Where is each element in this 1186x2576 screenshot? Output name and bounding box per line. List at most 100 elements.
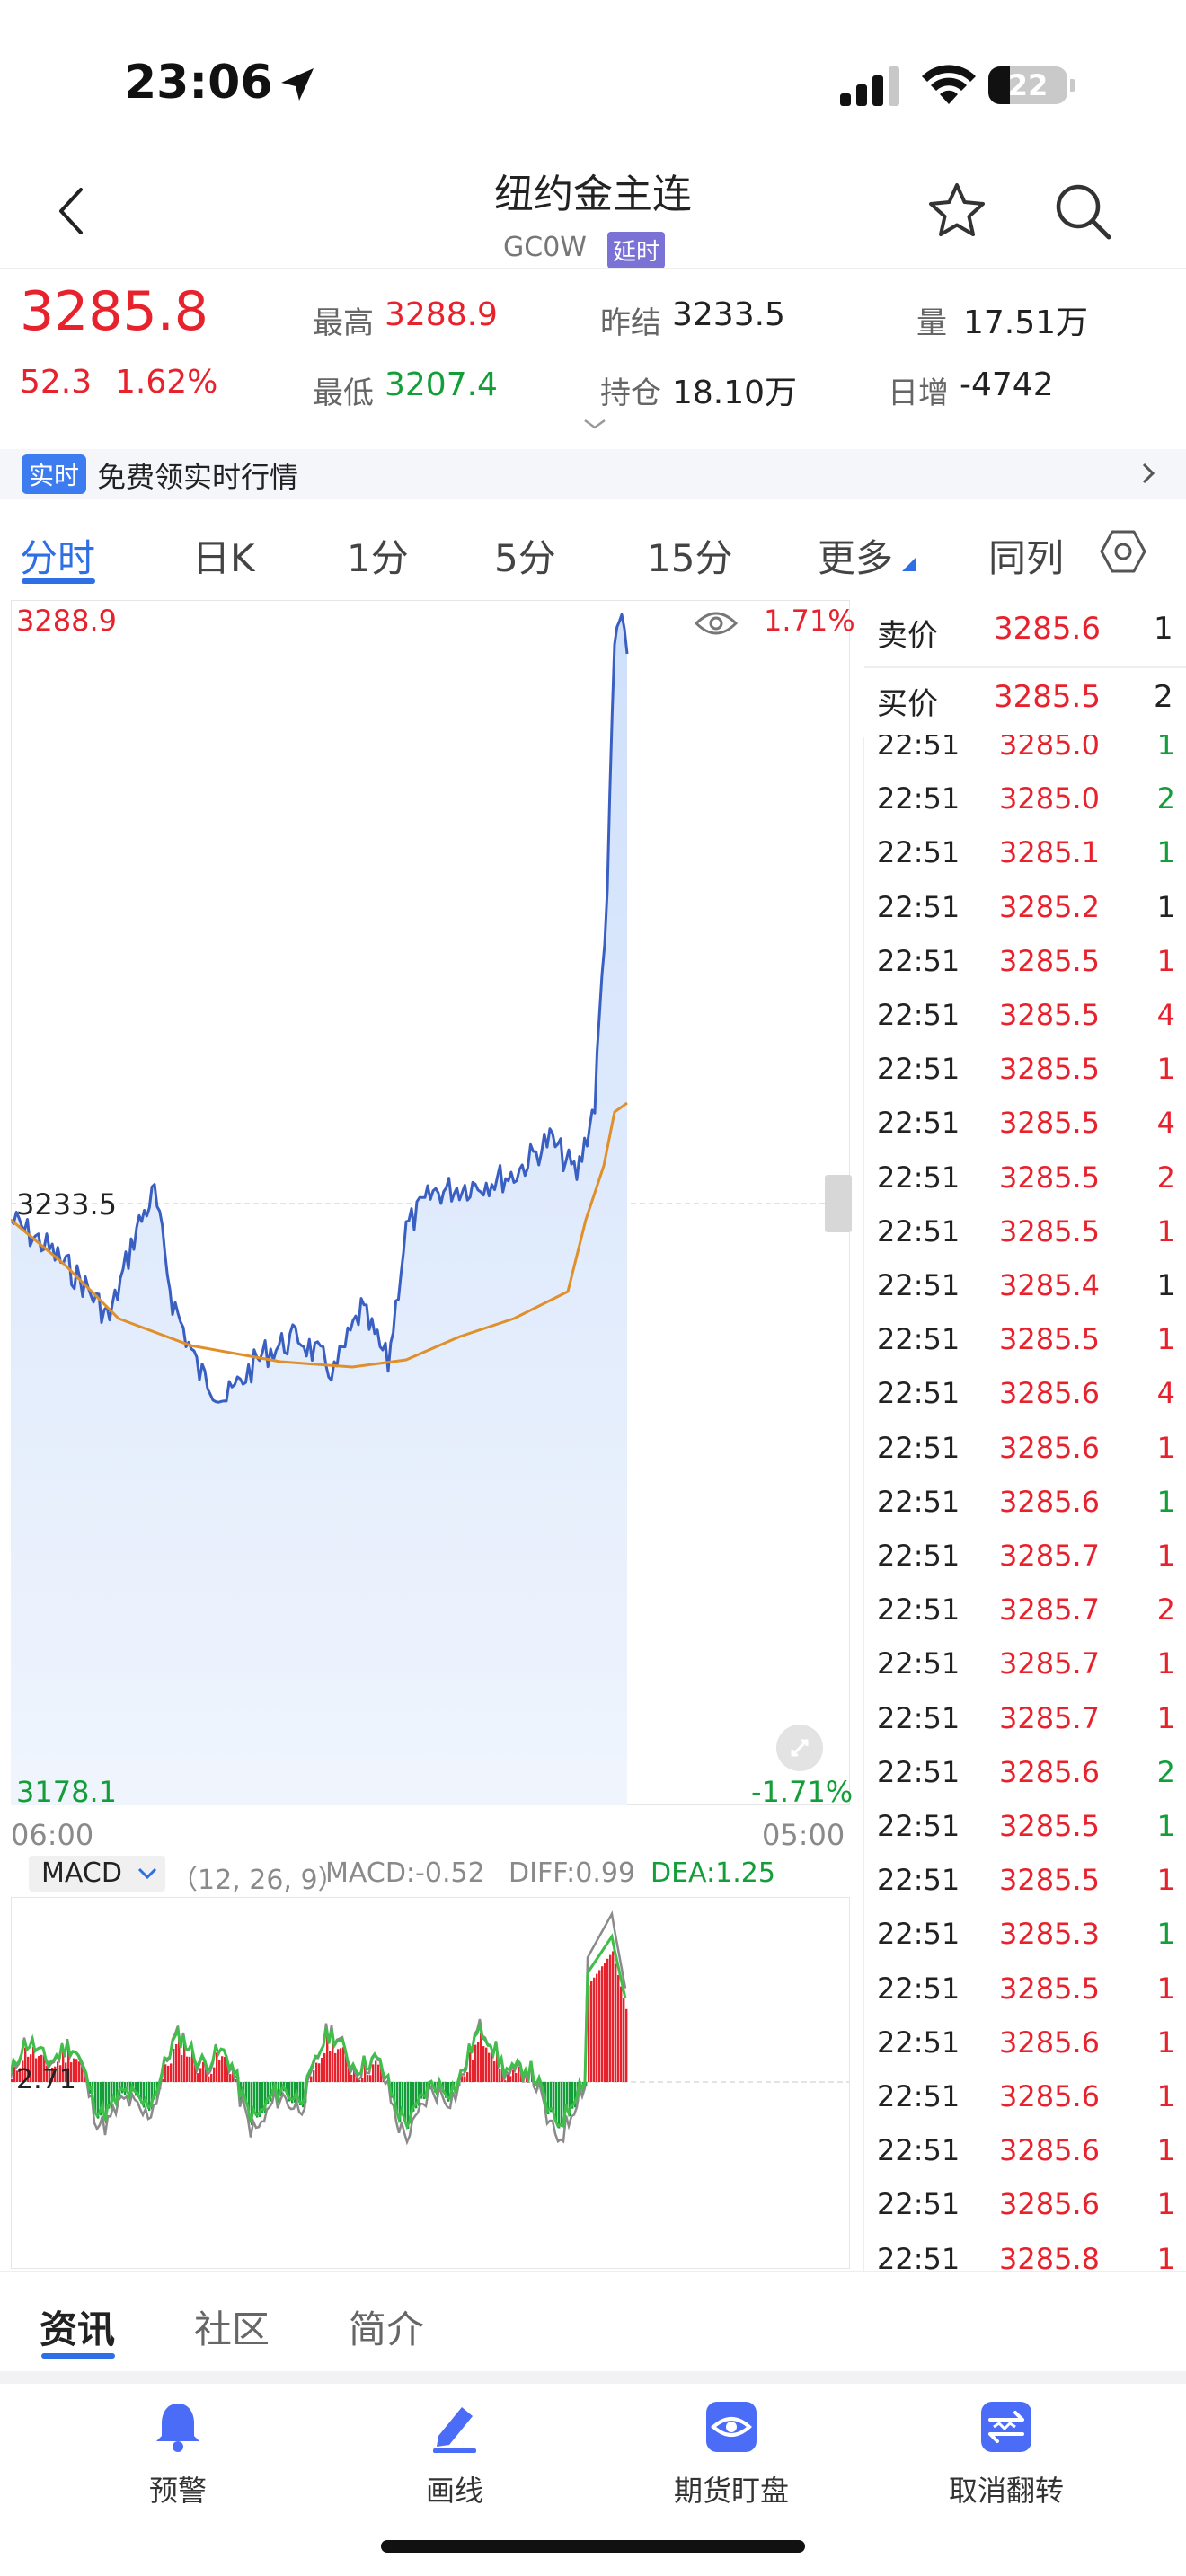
- macd-bar: [315, 2062, 318, 2082]
- trade-time: 22:51: [877, 2187, 960, 2222]
- trade-volume: 1: [1156, 1268, 1175, 1302]
- macd-bar: [482, 2046, 485, 2082]
- wifi-icon: [922, 65, 976, 104]
- macd-bar: [518, 2067, 520, 2082]
- trade-time: 22:51: [877, 2025, 960, 2060]
- macd-bar: [210, 2073, 213, 2082]
- trade-row: 22:51 3285.7 1: [863, 1694, 1186, 1748]
- macd-bar: [216, 2052, 218, 2082]
- trade-row: 22:51 3285.6 1: [863, 2018, 1186, 2072]
- trade-price: 3285.6: [999, 2133, 1100, 2168]
- macd-bar: [173, 2048, 175, 2082]
- macd-bar: [224, 2057, 226, 2082]
- tab-more[interactable]: 更多: [818, 528, 893, 583]
- trade-volume: 4: [1156, 1376, 1175, 1411]
- trade-row: 22:51 3285.6 1: [863, 1424, 1186, 1478]
- macd-bar: [229, 2074, 232, 2082]
- trade-price: 3285.5: [999, 1052, 1100, 1087]
- trade-volume: 1: [1156, 2133, 1175, 2168]
- home-indicator: [381, 2540, 805, 2553]
- battery-icon: 22: [988, 63, 1078, 108]
- trade-time: 22:51: [877, 889, 960, 924]
- tab-profile[interactable]: 简介: [349, 2299, 424, 2354]
- macd-bar: [625, 2008, 628, 2082]
- tab-community[interactable]: 社区: [194, 2299, 270, 2354]
- trade-volume: 1: [1156, 2187, 1175, 2222]
- trade-price: 3285.4: [999, 1268, 1100, 1302]
- tab-15min[interactable]: 15分: [647, 528, 732, 583]
- macd-bar: [485, 2047, 488, 2082]
- trade-volume: 1: [1156, 1430, 1175, 1465]
- trade-price: 3285.5: [999, 1106, 1100, 1141]
- trade-price: 3285.6: [999, 1430, 1100, 1465]
- nav-alert[interactable]: 预警: [79, 2398, 277, 2510]
- trade-price: 3285.3: [999, 1917, 1100, 1952]
- macd-bar: [606, 1958, 609, 2082]
- expand-chevron-icon[interactable]: [581, 415, 608, 433]
- tab-same-list[interactable]: 同列: [988, 528, 1064, 583]
- macd-bar: [566, 2082, 569, 2109]
- tab-daily-k[interactable]: 日K: [192, 528, 255, 583]
- chart-max-pct: 1.71%: [764, 604, 855, 638]
- settings-hexagon-icon[interactable]: [1098, 526, 1148, 577]
- macd-bar: [464, 2076, 466, 2082]
- macd-bar: [488, 2052, 491, 2082]
- trade-row: 22:51 3285.6 1: [863, 2180, 1186, 2234]
- macd-bar: [469, 2051, 472, 2082]
- macd-level-label: 2.71: [16, 2064, 76, 2095]
- tab-1min[interactable]: 1分: [347, 528, 409, 583]
- indicator-dropdown-icon[interactable]: [137, 1866, 158, 1881]
- trade-time: 22:51: [877, 1592, 960, 1628]
- macd-bar: [321, 2058, 323, 2082]
- chart-mid-label: 3233.5: [16, 1187, 117, 1222]
- macd-chart[interactable]: [11, 1897, 850, 2269]
- trade-price: 3285.7: [999, 1700, 1100, 1735]
- chart-max-label: 3288.9: [16, 604, 117, 638]
- macd-bar: [598, 1970, 601, 2082]
- tab-5min[interactable]: 5分: [494, 528, 556, 583]
- macd-bar: [493, 2060, 496, 2082]
- tab-intraday[interactable]: 分时: [20, 528, 95, 583]
- indicator-name[interactable]: MACD: [41, 1857, 122, 1889]
- battery-level: 22: [1007, 68, 1049, 102]
- nav-draw[interactable]: 画线: [356, 2398, 553, 2510]
- ask-price: 3285.6: [994, 611, 1101, 647]
- low-label: 最低: [313, 375, 374, 411]
- bell-icon: [156, 2404, 199, 2452]
- macd-bar: [350, 2074, 353, 2082]
- chart-side-handle[interactable]: [825, 1175, 852, 1232]
- macd-bar: [466, 2072, 469, 2082]
- trade-price: 3285.7: [999, 1592, 1100, 1628]
- trade-time: 22:51: [877, 735, 960, 762]
- trade-time: 22:51: [877, 943, 960, 978]
- chevron-right-icon[interactable]: [1139, 460, 1157, 487]
- macd-bar: [474, 2044, 477, 2082]
- intraday-chart[interactable]: [11, 600, 850, 1805]
- macd-bar: [170, 2063, 173, 2082]
- fullscreen-icon[interactable]: [774, 1723, 825, 1773]
- trade-time: 22:51: [877, 1052, 960, 1087]
- eye-icon: [706, 2402, 757, 2452]
- macd-bar: [340, 2048, 342, 2082]
- trade-time: 22:51: [877, 1917, 960, 1952]
- macd-bar: [612, 1951, 615, 2082]
- search-icon[interactable]: [1051, 180, 1114, 243]
- bid-price: 3285.5: [994, 679, 1101, 715]
- nav-flip[interactable]: 取消翻转: [907, 2398, 1105, 2510]
- banner-text[interactable]: 免费领实时行情: [97, 454, 298, 496]
- tab-news[interactable]: 资讯: [40, 2299, 115, 2354]
- trade-list[interactable]: 22:51 3285.0 1 22:51 3285.0 2 22:51 3285.1 1 22:5…: [863, 735, 1186, 2271]
- trade-row: 22:51 3285.5 4: [863, 991, 1186, 1045]
- nav-watch[interactable]: 期货盯盘: [633, 2398, 830, 2510]
- macd-bar: [167, 2065, 170, 2082]
- eye-icon[interactable]: [694, 607, 739, 640]
- star-icon[interactable]: [925, 180, 988, 243]
- trade-row: 22:51 3285.6 1: [863, 2126, 1186, 2180]
- trade-price: 3285.5: [999, 943, 1100, 978]
- trade-volume: 1: [1156, 2025, 1175, 2060]
- trade-row: 22:51 3285.5 1: [863, 1045, 1186, 1098]
- macd-bar: [477, 2042, 480, 2082]
- macd-bar: [78, 2061, 81, 2082]
- trade-time: 22:51: [877, 1539, 960, 1573]
- macd-bar: [472, 2060, 474, 2082]
